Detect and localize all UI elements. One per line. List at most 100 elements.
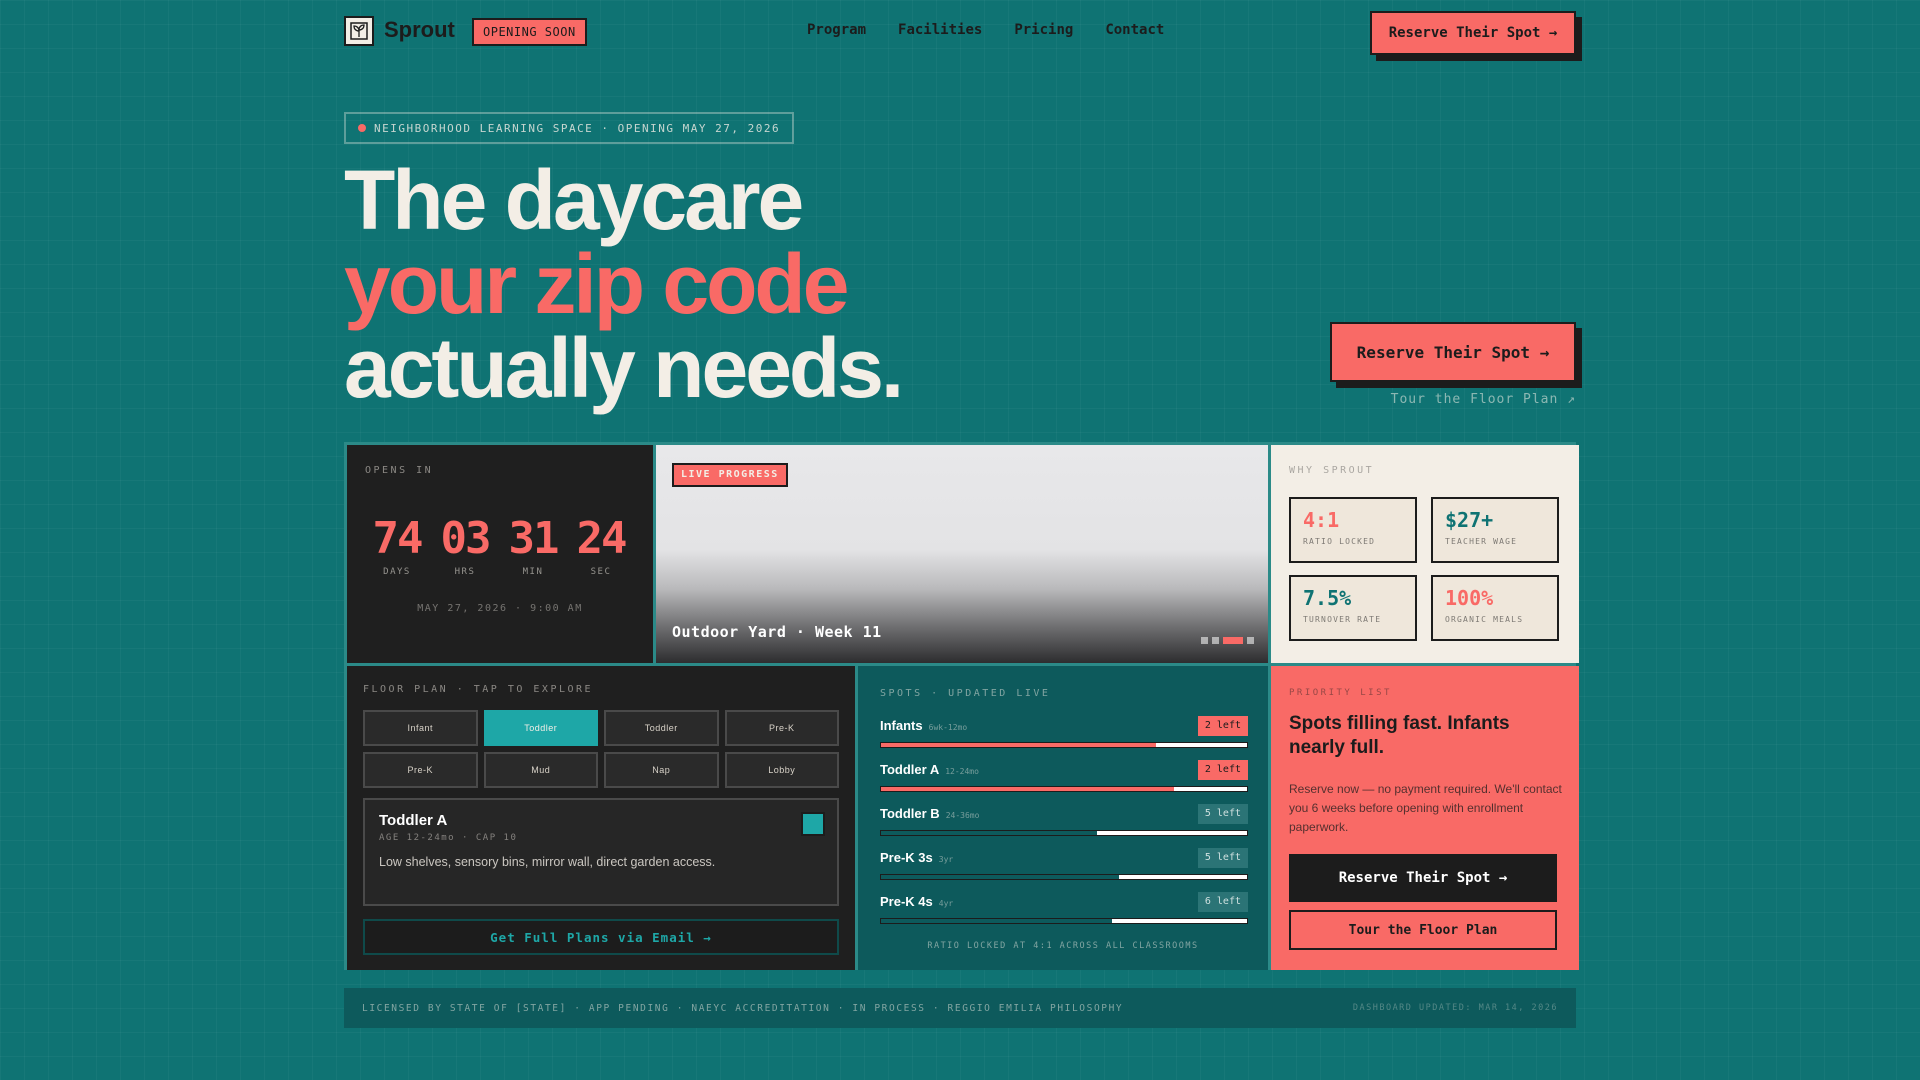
opening-date: MAY 27, 2026 · 9:00 AM — [417, 603, 583, 614]
room-button-prek-4[interactable]: Pre-K — [363, 752, 478, 788]
stat-meals-value: 100% — [1445, 586, 1494, 610]
spots-left-badge: 2 left — [1197, 760, 1248, 780]
spot-class-label: Toddler A — [880, 762, 940, 777]
status-footer: LICENSED BY STATE OF [STATE] · APP PENDI… — [344, 988, 1576, 1028]
priority-reserve-button[interactable]: Reserve Their Spot → — [1289, 854, 1557, 902]
room-color-swatch — [801, 812, 825, 836]
capacity-bar-fill — [881, 919, 1112, 923]
stat-ratio: 4:1 RATIO LOCKED — [1289, 497, 1417, 563]
capacity-bar — [880, 874, 1248, 880]
countdown-values: 74 DAYS 03 HRS 31 MIN 24 SEC — [369, 513, 629, 577]
spot-row: Infants 6wk-12mo 2 left — [880, 716, 1248, 756]
room-button-toddler-a[interactable]: Toddler — [483, 710, 598, 746]
capacity-bar-fill — [881, 831, 1097, 835]
nav-link-facilities[interactable]: Facilities — [898, 22, 982, 38]
countdown-days-unit: DAYS — [383, 567, 411, 577]
spots-left-badge: 2 left — [1197, 716, 1248, 736]
spots-left-badge: 6 left — [1197, 892, 1248, 912]
spot-age-range: 24-36mo — [945, 811, 980, 820]
carousel-dot-active[interactable] — [1223, 637, 1243, 644]
priority-tour-button[interactable]: Tour the Floor Plan — [1289, 910, 1557, 950]
capacity-bar-fill — [881, 743, 1156, 747]
opening-soon-badge: OPENING SOON — [472, 18, 587, 46]
spots-left-badge: 5 left — [1197, 848, 1248, 868]
spots-card: SPOTS · UPDATED LIVE Infants 6wk-12mo 2 le… — [858, 666, 1268, 970]
stat-meals-label: ORGANIC MEALS — [1445, 615, 1524, 624]
room-button-prek-3[interactable]: Pre-K — [724, 710, 839, 746]
countdown-seconds-value: 24 — [576, 513, 628, 564]
stat-wage-label: TEACHER WAGE — [1445, 537, 1518, 546]
why-sprout-label: WHY SPROUT — [1289, 465, 1375, 476]
dashboard: OPENS IN 74 DAYS 03 HRS 31 MIN 24 SEC MA… — [344, 442, 1579, 970]
priority-heading: Spots filling fast. Infants nearly full. — [1289, 713, 1510, 758]
priority-label: PRIORITY LIST — [1289, 688, 1392, 698]
spot-age-range: 4yr — [938, 899, 954, 908]
headline-line-1: The daycare — [344, 153, 804, 247]
email-plans-button[interactable]: Get Full Plans via Email → — [363, 919, 839, 955]
floor-plan-card: FLOOR PLAN · TAP TO EXPLORE Infant Toddl… — [347, 666, 855, 970]
stat-ratio-value: 4:1 — [1303, 508, 1340, 532]
spots-left-badge: 5 left — [1197, 804, 1248, 824]
room-button-infant[interactable]: Infant — [363, 710, 478, 746]
countdown-days: 74 DAYS — [369, 513, 425, 577]
spot-class-name: Toddler B 24-36mo — [880, 806, 979, 821]
room-detail-panel: Toddler A AGE 12-24mo · CAP 10 Low shelv… — [363, 798, 839, 906]
countdown-minutes: 31 MIN — [505, 513, 561, 577]
spot-class-name: Toddler A 12-24mo — [880, 762, 979, 777]
countdown-minutes-unit: MIN — [522, 567, 544, 577]
progress-photo-card[interactable]: LIVE PROGRESS Outdoor Yard · Week 11 — [656, 445, 1268, 663]
spot-class-name: Pre-K 4s 4yr — [880, 894, 953, 909]
carousel-dots — [1201, 637, 1254, 644]
capacity-bar-fill — [881, 787, 1174, 791]
stat-turnover-label: TURNOVER RATE — [1303, 615, 1382, 624]
stat-wage: $27+ TEACHER WAGE — [1431, 497, 1559, 563]
floor-plan-label: FLOOR PLAN · TAP TO EXPLORE — [363, 684, 594, 695]
room-button-toddler-b[interactable]: Toddler — [604, 710, 719, 746]
room-button-lobby[interactable]: Lobby — [724, 752, 839, 788]
spot-class-label: Infants — [880, 718, 923, 733]
carousel-dot[interactable] — [1247, 637, 1254, 644]
capacity-bar — [880, 742, 1248, 748]
tour-floor-plan-link[interactable]: Tour the Floor Plan ↗ — [1391, 392, 1576, 407]
spot-class-name: Infants 6wk-12mo — [880, 718, 967, 733]
capacity-bar-fill — [881, 875, 1119, 879]
room-button-mud[interactable]: Mud — [483, 752, 598, 788]
nav-link-contact[interactable]: Contact — [1105, 22, 1164, 38]
brand-name[interactable]: Sprout — [384, 17, 455, 43]
status-dot-icon — [358, 124, 366, 132]
capacity-bar — [880, 830, 1248, 836]
hero-reserve-button[interactable]: Reserve Their Spot → — [1330, 322, 1576, 382]
sprout-logo-icon[interactable] — [344, 16, 374, 46]
headline-line-3: actually needs. — [344, 321, 904, 415]
license-info: LICENSED BY STATE OF [STATE] · APP PENDI… — [362, 1002, 1124, 1014]
spot-class-name: Pre-K 3s 3yr — [880, 850, 953, 865]
room-button-nap[interactable]: Nap — [604, 752, 719, 788]
why-sprout-card: WHY SPROUT 4:1 RATIO LOCKED $27+ TEACHER… — [1271, 445, 1579, 663]
spot-row: Pre-K 3s 3yr 5 left — [880, 848, 1248, 888]
countdown-card: OPENS IN 74 DAYS 03 HRS 31 MIN 24 SEC MA… — [347, 445, 653, 663]
nav-link-pricing[interactable]: Pricing — [1014, 22, 1073, 38]
countdown-hours-unit: HRS — [454, 567, 476, 577]
capacity-bar — [880, 918, 1248, 924]
spot-age-range: 3yr — [938, 855, 954, 864]
carousel-dot[interactable] — [1201, 637, 1208, 644]
countdown-minutes-value: 31 — [508, 513, 560, 564]
spot-row: Pre-K 4s 4yr 6 left — [880, 892, 1248, 932]
spots-footer: RATIO LOCKED AT 4:1 ACROSS ALL CLASSROOM… — [927, 941, 1199, 951]
spot-class-label: Toddler B — [880, 806, 940, 821]
spot-class-label: Pre-K 4s — [880, 894, 933, 909]
dashboard-updated: DASHBOARD UPDATED: MAR 14, 2026 — [1352, 1003, 1558, 1013]
priority-list-card: PRIORITY LIST Spots filling fast. Infant… — [1271, 666, 1579, 970]
room-detail-title: Toddler A — [379, 812, 448, 829]
carousel-dot[interactable] — [1212, 637, 1219, 644]
spot-row: Toddler B 24-36mo 5 left — [880, 804, 1248, 844]
spot-age-range: 12-24mo — [945, 767, 979, 776]
photo-caption: Outdoor Yard · Week 11 — [672, 623, 882, 641]
room-grid: Infant Toddler Toddler Pre-K Pre-K Mud N… — [363, 710, 839, 788]
priority-body: Reserve now — no payment required. We'll… — [1289, 782, 1562, 834]
nav-link-program[interactable]: Program — [807, 22, 866, 38]
stat-wage-value: $27+ — [1445, 508, 1494, 532]
spots-label: SPOTS · UPDATED LIVE — [880, 688, 1051, 699]
spot-age-range: 6wk-12mo — [928, 723, 968, 732]
nav-reserve-button[interactable]: Reserve Their Spot → — [1370, 11, 1576, 55]
